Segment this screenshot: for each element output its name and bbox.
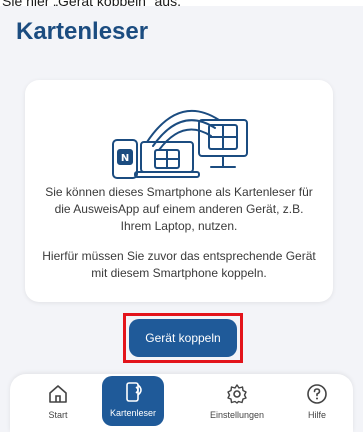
svg-text:N: N <box>121 153 129 164</box>
nav-item-label: Hilfe <box>307 410 326 420</box>
page-title: Kartenleser <box>16 18 149 45</box>
card-pairing-hint: Hierfür müssen Sie zuvor das entsprechen… <box>42 249 316 280</box>
nav-item-label: Einstellungen <box>209 410 265 420</box>
help-icon <box>307 384 327 404</box>
bottom-navigation: Start Kartenleser Einstellungen Hilfe <box>10 374 353 432</box>
nav-item-label: Kartenleser <box>109 408 157 418</box>
info-card: N Sie können dieses Smartphone als Karte… <box>25 80 333 302</box>
card-description: Sie können dieses Smartphone als Kartenl… <box>45 185 313 233</box>
devices-nfc-illustration-icon: N <box>112 110 248 179</box>
gear-icon <box>227 384 247 404</box>
nav-item-kartenleser[interactable]: Kartenleser <box>102 376 164 426</box>
home-icon <box>49 385 67 403</box>
pair-device-button[interactable]: Gerät koppeln <box>129 319 237 357</box>
nav-item-hilfe[interactable]: Hilfe <box>287 382 347 426</box>
nav-item-label: Start <box>48 410 68 420</box>
nav-item-einstellungen[interactable]: Einstellungen <box>202 382 272 426</box>
card-reader-icon <box>126 382 142 402</box>
nav-item-start[interactable]: Start <box>28 382 88 426</box>
app-screen: Kartenleser N Sie können dieses Smartpho… <box>0 6 363 432</box>
